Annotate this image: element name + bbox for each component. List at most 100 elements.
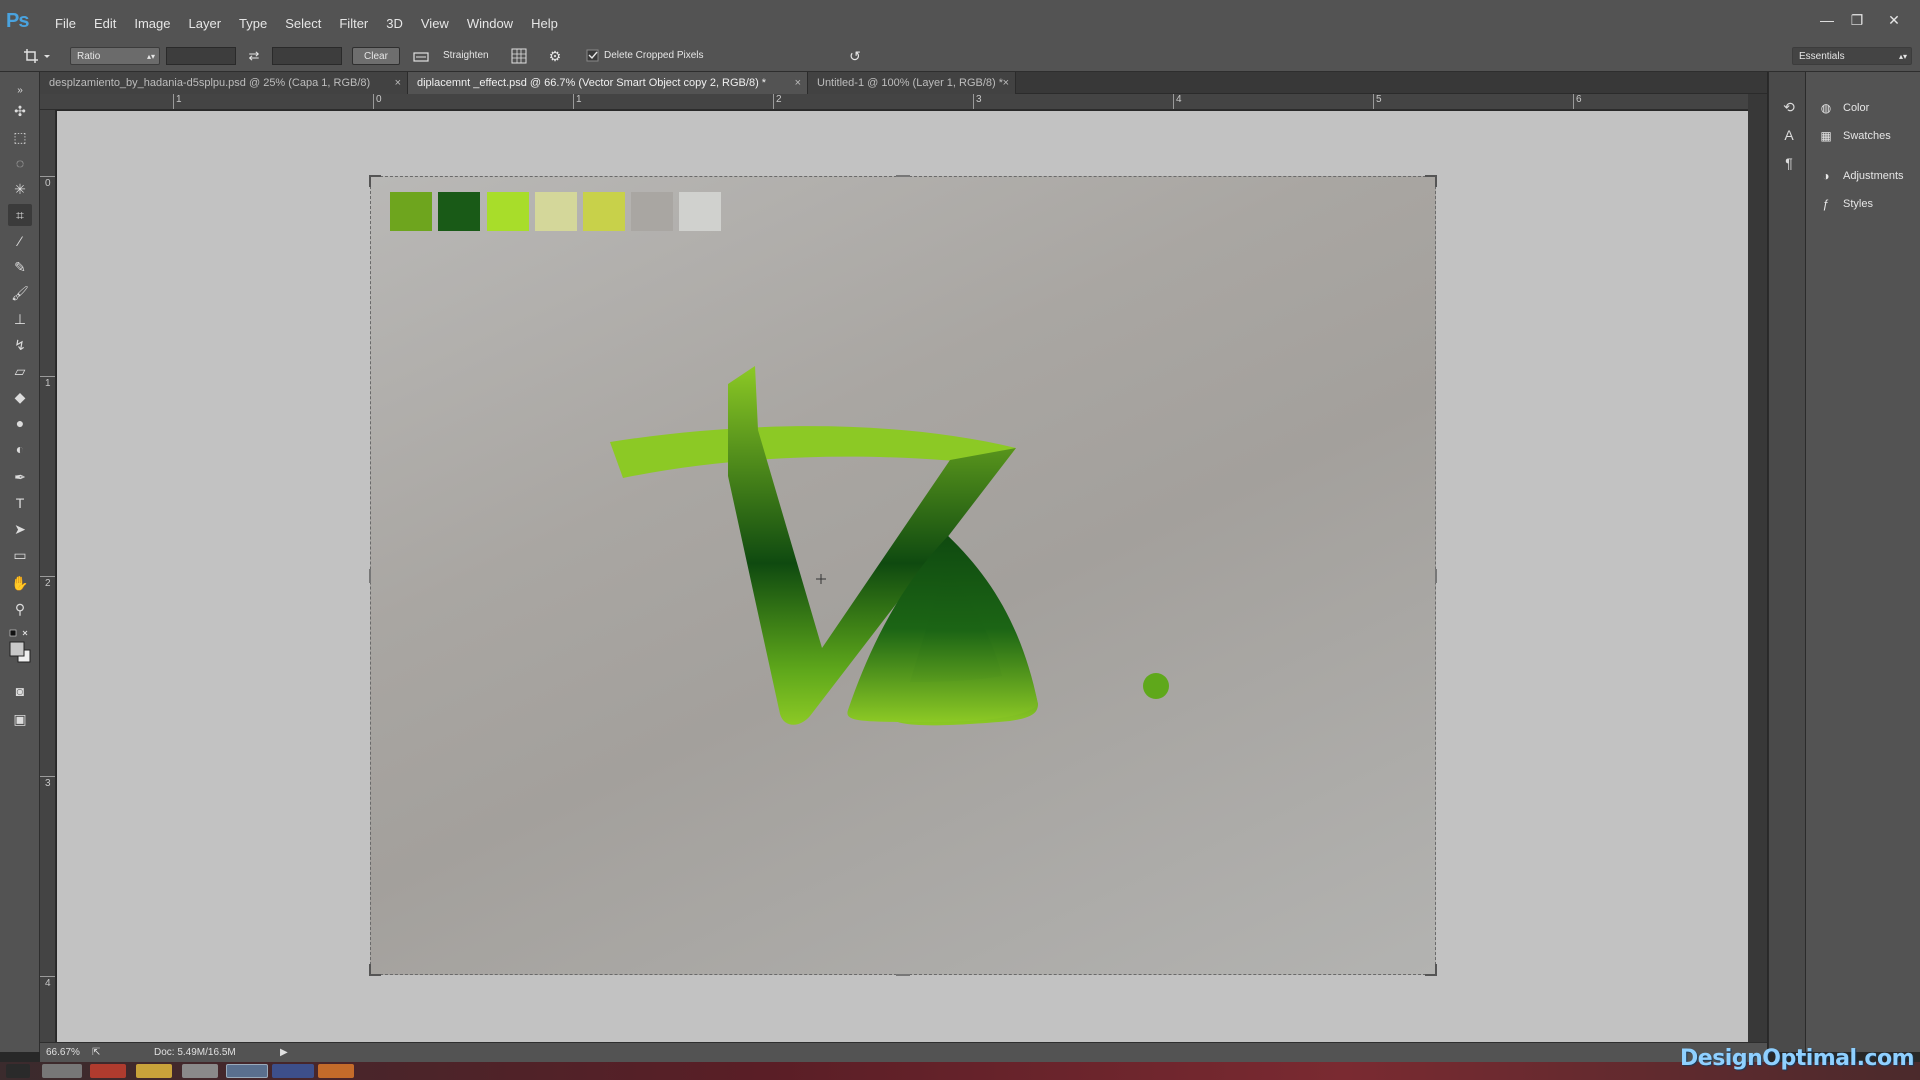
tab-label: Untitled-1 @ 100% (Layer 1, RGB/8) * [817, 77, 1004, 89]
rectangle-tool-icon[interactable]: ▭ [8, 544, 32, 566]
swap-icon[interactable]: ⇄ [244, 47, 264, 65]
menu-filter[interactable]: Filter [330, 16, 377, 31]
crop-handle[interactable] [369, 175, 381, 187]
menu-select[interactable]: Select [276, 16, 330, 31]
workspace-select[interactable]: Essentials ▴▾ [1792, 47, 1912, 65]
crop-handle[interactable] [896, 974, 910, 976]
history-brush-tool-icon[interactable]: ↯ [8, 334, 32, 356]
screen-mode-icon[interactable]: ▣ [8, 708, 32, 730]
taskbar-app[interactable] [226, 1064, 268, 1078]
workspace-value: Essentials [1799, 51, 1845, 62]
taskbar-app[interactable] [318, 1064, 354, 1078]
color-icon: ◍ [1820, 101, 1832, 115]
crop-tool-preset-icon[interactable] [22, 47, 52, 65]
ruler-tick: 4 [40, 976, 55, 990]
panel-styles[interactable]: ƒ Styles [1818, 194, 1873, 214]
taskbar-app[interactable] [272, 1064, 314, 1078]
tab-close-icon[interactable]: × [1003, 72, 1009, 94]
tab-document-3[interactable]: Untitled-1 @ 100% (Layer 1, RGB/8) * × [808, 72, 1016, 94]
panel-label: Color [1843, 102, 1870, 114]
crop-box[interactable] [369, 175, 1437, 976]
zoom-tool-icon[interactable]: ⚲ [8, 598, 32, 620]
ruler-tick: 2 [40, 576, 55, 590]
document-tabs: desplzamiento_by_hadania-d5splpu.psd @ 2… [40, 72, 1767, 94]
menu-3d[interactable]: 3D [377, 16, 412, 31]
history-icon[interactable]: ⟲ [1777, 96, 1801, 118]
menu-file[interactable]: File [46, 16, 85, 31]
export-icon[interactable]: ⇱ [92, 1047, 100, 1058]
clear-button[interactable]: Clear [352, 47, 400, 65]
crop-tool-icon[interactable]: ⌗ [8, 204, 32, 226]
start-button[interactable] [6, 1064, 30, 1078]
paragraph-icon[interactable]: ¶ [1777, 152, 1801, 174]
color-swatches-icon[interactable] [8, 628, 32, 668]
ruler-tick: 6 [1573, 94, 1582, 109]
ratio-select-value: Ratio [77, 51, 101, 62]
straighten-icon[interactable] [412, 47, 432, 65]
blur-tool-icon[interactable]: ● [8, 412, 32, 434]
brush-tool-icon[interactable]: 🖌 [8, 282, 32, 304]
ratio-width-field[interactable] [166, 47, 236, 65]
tab-document-1[interactable]: desplzamiento_by_hadania-d5splpu.psd @ 2… [40, 72, 408, 94]
restore-button[interactable]: ❐ [1843, 6, 1871, 34]
options-bar: Ratio ▴▾ ⇄ Clear Straighten ⚙ Delete Cro… [0, 40, 1920, 72]
taskbar-app[interactable] [182, 1064, 218, 1078]
pen-tool-icon[interactable]: ✒ [8, 466, 32, 488]
panel-adjustments[interactable]: ◑ Adjustments [1818, 166, 1903, 186]
menu-window[interactable]: Window [458, 16, 522, 31]
menu-edit[interactable]: Edit [85, 16, 125, 31]
paint-bucket-tool-icon[interactable]: ◆ [8, 386, 32, 408]
menu-type[interactable]: Type [230, 16, 276, 31]
type-tool-icon[interactable]: T [8, 492, 32, 514]
reset-icon[interactable]: ↺ [845, 47, 865, 65]
character-icon[interactable]: A [1777, 124, 1801, 146]
panels-column: ◍ Color ▦ Swatches ◑ Adjustments ƒ Style… [1806, 72, 1920, 1052]
taskbar-app[interactable] [136, 1064, 172, 1078]
eyedropper-tool-icon[interactable]: ⁄ [8, 230, 32, 252]
zoom-level[interactable]: 66.67% [46, 1047, 80, 1058]
styles-icon: ƒ [1822, 197, 1830, 211]
gear-icon[interactable]: ⚙ [545, 47, 565, 65]
panel-swatches[interactable]: ▦ Swatches [1818, 126, 1890, 146]
menu-view[interactable]: View [412, 16, 458, 31]
ratio-height-field[interactable] [272, 47, 342, 65]
lasso-tool-icon[interactable]: ◌ [8, 152, 32, 174]
close-button[interactable]: ✕ [1880, 6, 1908, 34]
tab-close-icon[interactable]: × [795, 72, 801, 94]
path-selection-tool-icon[interactable]: ➤ [8, 518, 32, 540]
taskbar-app[interactable] [90, 1064, 126, 1078]
menu-image[interactable]: Image [125, 16, 179, 31]
select-caret-icon: ▴▾ [146, 52, 155, 61]
hand-tool-icon[interactable]: ✋ [8, 572, 32, 594]
os-taskbar [0, 1062, 1920, 1080]
vertical-scrollbar[interactable] [1748, 94, 1767, 1042]
dodge-tool-icon[interactable]: ◐ [8, 438, 32, 460]
marquee-tool-icon[interactable]: ⬚ [8, 126, 32, 148]
crop-handle[interactable] [1435, 569, 1437, 583]
ratio-select[interactable]: Ratio ▴▾ [70, 47, 160, 65]
minimize-button[interactable]: — [1813, 6, 1841, 34]
crop-handle[interactable] [369, 964, 381, 976]
status-menu-icon[interactable]: ▶ [280, 1047, 288, 1058]
clone-stamp-tool-icon[interactable]: ⊥ [8, 308, 32, 330]
move-tool-icon[interactable]: ✣ [8, 100, 32, 122]
collapse-icon[interactable]: » [8, 80, 32, 102]
taskbar-app[interactable] [42, 1064, 82, 1078]
delete-cropped-label: Delete Cropped Pixels [604, 50, 704, 61]
crop-handle[interactable] [1425, 175, 1437, 187]
quick-mask-icon[interactable]: ◙ [8, 680, 32, 702]
overlay-grid-icon[interactable] [510, 47, 530, 65]
delete-cropped-checkbox[interactable] [586, 47, 600, 65]
crop-handle[interactable] [1425, 964, 1437, 976]
menu-help[interactable]: Help [522, 16, 567, 31]
eraser-tool-icon[interactable]: ▱ [8, 360, 32, 382]
magic-wand-tool-icon[interactable]: ✳ [8, 178, 32, 200]
crop-handle[interactable] [369, 569, 371, 583]
panel-color[interactable]: ◍ Color [1818, 98, 1870, 118]
tab-close-icon[interactable]: × [395, 72, 401, 94]
menu-layer[interactable]: Layer [180, 16, 231, 31]
straighten-label[interactable]: Straighten [443, 47, 503, 65]
crop-handle[interactable] [896, 175, 910, 177]
healing-brush-tool-icon[interactable]: ✎ [8, 256, 32, 278]
tab-document-2[interactable]: diplacemnt _effect.psd @ 66.7% (Vector S… [408, 72, 808, 94]
